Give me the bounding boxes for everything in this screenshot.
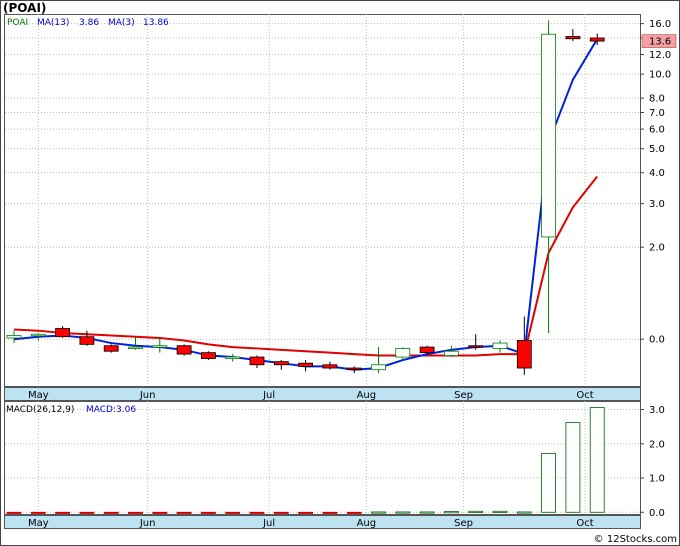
macd-bar: [443, 511, 459, 514]
macd-bar: [176, 511, 192, 514]
candle-body: [79, 336, 95, 345]
price-y-tick-label: 2.0: [649, 243, 665, 254]
macd-bar: [371, 511, 386, 514]
macd-y-tick-label: 0.0: [649, 508, 665, 519]
x-axis-label: Oct: [576, 390, 593, 401]
macd-bar: [79, 511, 95, 514]
x-axis-label: Jun: [139, 390, 156, 401]
price-y-tick-label: 16.0: [649, 19, 671, 30]
macd-bar: [565, 422, 581, 513]
price-panel: 0.02.03.04.05.06.07.08.010.012.014.016.0…: [4, 14, 677, 387]
price-x-axis-band: [4, 387, 641, 401]
macd-bar: [346, 511, 362, 514]
candle-body: [176, 345, 192, 355]
macd-bar: [298, 511, 314, 514]
x-axis-label: Aug: [357, 518, 377, 529]
candle-body: [419, 346, 435, 354]
price-y-tick-label: 7.0: [649, 108, 665, 119]
x-axis-label: Jun: [139, 518, 156, 529]
candle: [176, 344, 192, 356]
candle-body: [30, 333, 46, 337]
macd-x-axis: May Jun Jul Aug Sep Oct: [4, 515, 641, 529]
macd-panel: 0.0 1.0 2.0 3.0 MACD(26,12,9) MACD:3.06: [4, 401, 665, 519]
candle: [200, 351, 216, 361]
candle-body: [298, 362, 314, 367]
candle-body: [541, 33, 556, 238]
candle-body: [249, 356, 265, 366]
x-axis-label: Aug: [357, 390, 377, 401]
candle-body: [395, 348, 411, 358]
price-y-tick-label: 0.0: [649, 335, 665, 346]
macd-y-tick-label: 1.0: [649, 474, 665, 485]
legend-ma3-value: 13.86: [143, 18, 169, 28]
macd-bar: [6, 511, 22, 514]
macd-bar: [468, 510, 484, 513]
macd-bar: [492, 510, 508, 513]
candle-body: [346, 367, 362, 371]
price-y-tick-label: 10.0: [649, 70, 671, 81]
candle-body: [565, 36, 581, 40]
price-y-tick-label: 4.0: [649, 168, 665, 179]
x-axis-label: Oct: [576, 518, 593, 529]
x-axis-label: Jul: [262, 518, 275, 529]
macd-bar: [589, 407, 605, 513]
macd-bar: [322, 511, 338, 514]
macd-legend-label: MACD(26,12,9): [6, 405, 74, 415]
macd-bar: [225, 511, 241, 514]
macd-bar: [30, 511, 46, 514]
chart-title: (POAI): [3, 1, 46, 15]
candle-body: [492, 342, 508, 349]
candle-body: [225, 356, 241, 359]
candle-body: [128, 346, 143, 349]
price-y-tick-label: 12.0: [649, 50, 671, 61]
candle-body: [589, 37, 605, 42]
macd-legend-value: MACD:3.06: [86, 405, 136, 415]
macd-x-axis-band: [4, 515, 641, 529]
x-axis-label: Jul: [262, 390, 275, 401]
x-axis-label: Sep: [454, 518, 473, 529]
stock-chart: (POAI) 0.0 2.0 3.0 4.0 5.0 6.0 7.0 8.0 10.0 12.0 1…: [0, 0, 680, 546]
macd-bar: [419, 511, 435, 514]
candle-body: [6, 335, 22, 339]
macd-bar: [103, 511, 119, 514]
macd-bar: [128, 511, 143, 514]
candle-body: [103, 345, 119, 352]
candle-body: [322, 364, 338, 369]
macd-y-tick-label: 2.0: [649, 439, 665, 450]
macd-bar: [395, 511, 411, 514]
candle-body: [55, 327, 70, 338]
x-axis-label: May: [28, 390, 49, 401]
candle-body: [273, 361, 289, 366]
price-y-tick-label: 5.0: [649, 144, 665, 155]
price-x-axis: May Jun Jul Aug Sep Oct: [4, 387, 641, 401]
macd-bar: [152, 511, 168, 514]
watermark: © 12Stocks.com: [594, 534, 677, 545]
candle-body: [468, 345, 484, 348]
candle: [103, 344, 119, 353]
last-price-label: 13.6: [649, 37, 671, 48]
x-axis-label: Sep: [454, 390, 473, 401]
macd-bar: [200, 511, 216, 514]
price-y-tick-label: 6.0: [649, 125, 665, 136]
last-price-marker: 13.6: [641, 34, 677, 48]
legend-symbol: POAI: [7, 18, 28, 28]
x-axis-label: May: [28, 518, 49, 529]
macd-bar: [541, 452, 556, 513]
candle-body: [200, 352, 216, 359]
macd-bar: [273, 511, 289, 514]
candle-body: [516, 340, 532, 369]
macd-bar: [249, 511, 265, 514]
legend-ma3-label: MA(3): [108, 18, 135, 28]
macd-bar: [516, 511, 532, 514]
price-y-tick-label: 3.0: [649, 199, 665, 210]
candle: [419, 345, 435, 355]
legend-ma13-value: 3.86: [79, 18, 99, 28]
macd-y-tick-label: 3.0: [649, 405, 665, 416]
candle-body: [152, 345, 168, 348]
candle-body: [443, 350, 459, 356]
legend-ma13-label: MA(13): [37, 18, 69, 28]
macd-bar: [55, 511, 70, 514]
candle-body: [371, 364, 386, 371]
price-y-tick-label: 8.0: [649, 94, 665, 105]
